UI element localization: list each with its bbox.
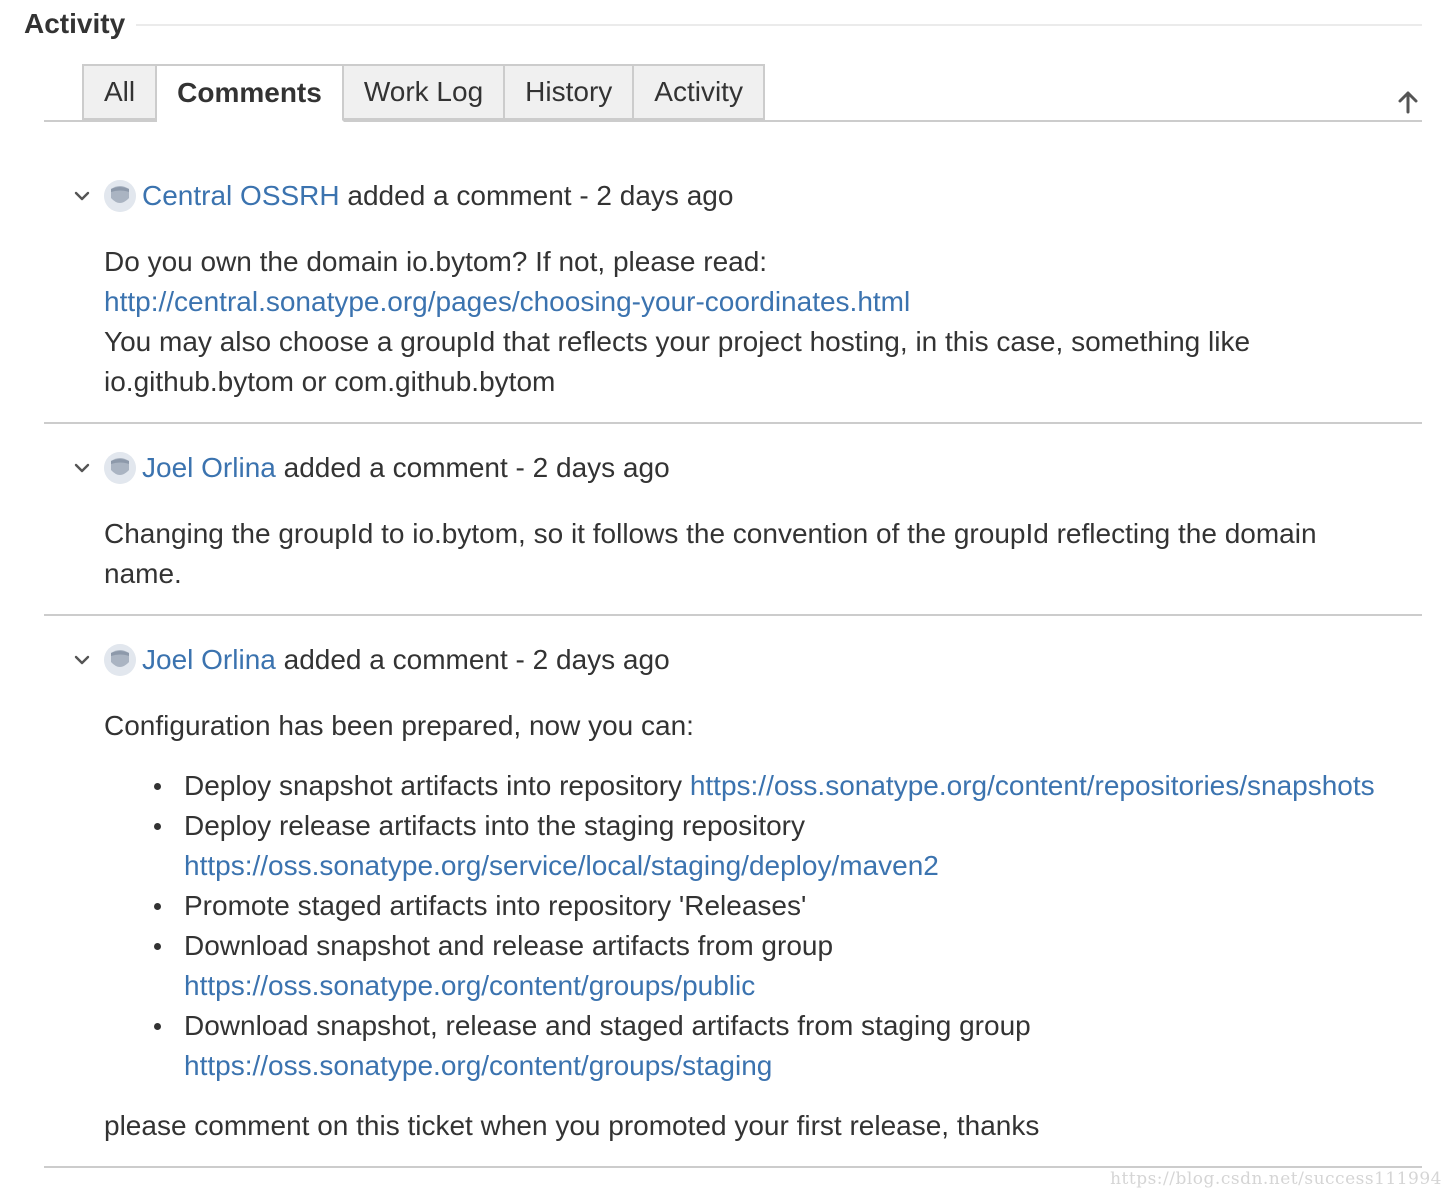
user-avatar-icon <box>104 180 136 212</box>
comment-meta: added a comment - 2 days ago <box>347 180 734 211</box>
comment-meta: added a comment - 2 days ago <box>283 644 670 675</box>
comment-text: Configuration has been prepared, now you… <box>104 710 694 741</box>
title-divider <box>136 24 1422 26</box>
chevron-down-icon <box>74 463 90 473</box>
user-avatar-icon <box>104 644 136 676</box>
comment-header: Central OSSRH added a comment - 2 days a… <box>142 176 733 216</box>
comment-divider <box>44 422 1422 424</box>
watermark: https://blog.csdn.net/success111994 <box>1110 1169 1442 1189</box>
sort-order-button[interactable] <box>1394 88 1422 116</box>
chevron-down-icon <box>74 191 90 201</box>
list-item: Promote staged artifacts into repository… <box>154 886 1422 926</box>
avatar[interactable] <box>104 452 136 484</box>
comment-header: Joel Orlina added a comment - 2 days ago <box>142 640 670 680</box>
chevron-down-icon <box>74 655 90 665</box>
comment-author-link[interactable]: Joel Orlina <box>142 452 276 483</box>
avatar[interactable] <box>104 644 136 676</box>
comment-text: please comment on this ticket when you p… <box>104 1110 1040 1141</box>
comment-text: Do you own the domain io.bytom? If not, … <box>104 246 768 277</box>
comment-author-link[interactable]: Central OSSRH <box>142 180 340 211</box>
list-item: Download snapshot, release and staged ar… <box>154 1006 1422 1086</box>
comment-body: Changing the groupId to io.bytom, so it … <box>104 514 1422 594</box>
list-item: Deploy release artifacts into the stagin… <box>154 806 1422 886</box>
section-title: Activity <box>24 8 126 39</box>
comment-meta: added a comment - 2 days ago <box>283 452 670 483</box>
comment-toggle[interactable] <box>72 186 92 206</box>
comment-divider <box>44 614 1422 616</box>
repository-link[interactable]: https://oss.sonatype.org/content/reposit… <box>690 770 1375 801</box>
comment-text: Changing the groupId to io.bytom, so it … <box>104 518 1317 549</box>
list-item: Download snapshot and release artifacts … <box>154 926 1422 1006</box>
comment-body: Configuration has been prepared, now you… <box>104 706 1422 1146</box>
activity-tabs: All Comments Work Log History Activity <box>82 64 765 122</box>
list-item: Deploy snapshot artifacts into repositor… <box>154 766 1422 806</box>
tab-all[interactable]: All <box>82 64 158 120</box>
repository-link[interactable]: https://oss.sonatype.org/content/groups/… <box>184 1050 772 1081</box>
instruction-list: Deploy snapshot artifacts into repositor… <box>104 766 1422 1086</box>
comment-author-link[interactable]: Joel Orlina <box>142 644 276 675</box>
user-avatar-icon <box>104 452 136 484</box>
comment-toggle[interactable] <box>72 650 92 670</box>
tab-work-log[interactable]: Work Log <box>343 64 506 120</box>
tab-history[interactable]: History <box>505 64 635 120</box>
comment-body: Do you own the domain io.bytom? If not, … <box>104 242 1422 402</box>
repository-link[interactable]: https://oss.sonatype.org/content/groups/… <box>184 970 755 1001</box>
comment-text: You may also choose a groupId that refle… <box>104 326 1251 357</box>
comment-text: io.github.bytom or com.github.bytom <box>104 366 556 397</box>
arrow-up-icon <box>1398 91 1418 114</box>
comment-link[interactable]: http://central.sonatype.org/pages/choosi… <box>104 286 910 317</box>
avatar[interactable] <box>104 180 136 212</box>
comment-text: name. <box>104 558 182 589</box>
comment-toggle[interactable] <box>72 458 92 478</box>
repository-link[interactable]: https://oss.sonatype.org/service/local/s… <box>184 850 939 881</box>
comment-header: Joel Orlina added a comment - 2 days ago <box>142 448 670 488</box>
tab-comments[interactable]: Comments <box>157 64 344 122</box>
tab-activity[interactable]: Activity <box>634 64 765 120</box>
